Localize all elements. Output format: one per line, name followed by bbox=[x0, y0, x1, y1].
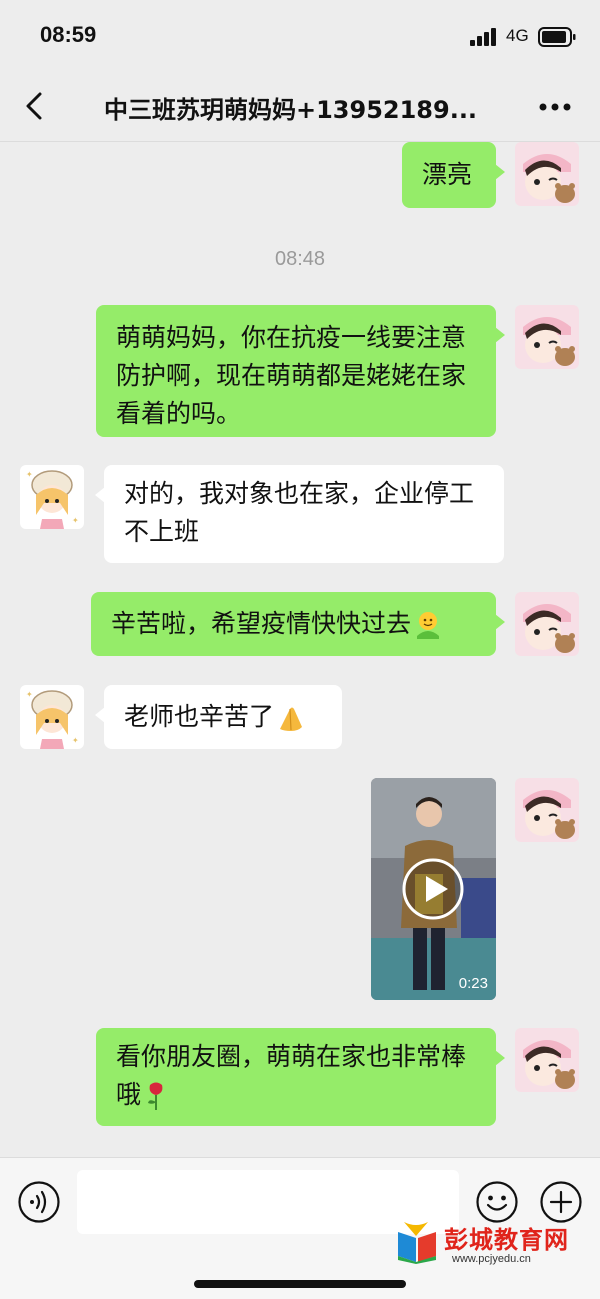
my-message-bubble[interactable]: 漂亮 bbox=[402, 142, 505, 208]
signal-icon bbox=[470, 28, 496, 46]
svg-text:✦: ✦ bbox=[26, 690, 33, 699]
chat-timestamp: 08:48 bbox=[274, 248, 326, 270]
contact-message-bubble[interactable]: 对的，我对象也在家，企业停工不上班 bbox=[95, 465, 504, 563]
my-message-bubble[interactable]: 看你朋友圈，萌萌在家也非常棒哦 bbox=[96, 1028, 505, 1126]
my-avatar[interactable] bbox=[515, 142, 579, 206]
message-text: 辛苦啦，希望疫情快快过去 bbox=[111, 609, 412, 638]
voice-input-icon[interactable] bbox=[17, 1180, 61, 1224]
watermark-url: www.pcjyedu.cn bbox=[452, 1253, 531, 1265]
video-duration: 0:23 bbox=[458, 975, 488, 992]
watermark-title: 彭城教育网 bbox=[444, 1226, 569, 1254]
chat-title: 中三班苏玥萌妈妈+13952189... bbox=[104, 96, 478, 124]
contact-message-bubble[interactable]: 老师也辛苦了 bbox=[95, 685, 342, 749]
my-avatar[interactable] bbox=[515, 1028, 579, 1092]
hug-icon bbox=[417, 612, 440, 639]
svg-text:✦: ✦ bbox=[72, 516, 79, 525]
status-bar: 08:59 4G bbox=[0, 0, 600, 72]
more-options-icon[interactable] bbox=[538, 102, 572, 112]
my-avatar[interactable] bbox=[515, 778, 579, 842]
battery-icon bbox=[538, 27, 576, 47]
message-text: 对的，我对象也在家，企业停工不上班 bbox=[124, 479, 475, 546]
my-message-bubble[interactable]: 辛苦啦，希望疫情快快过去 bbox=[91, 592, 505, 656]
my-avatar[interactable] bbox=[515, 592, 579, 656]
svg-text:✦: ✦ bbox=[72, 736, 79, 745]
network-type: 4G bbox=[506, 26, 529, 45]
clap-hands-icon bbox=[280, 707, 303, 731]
book-logo-icon bbox=[398, 1222, 436, 1264]
chat-header: 中三班苏玥萌妈妈+13952189... bbox=[0, 72, 600, 142]
my-avatar[interactable] bbox=[515, 305, 579, 369]
video-message[interactable]: 0:23 bbox=[371, 778, 496, 1000]
contact-avatar[interactable]: ✦ ✦ bbox=[20, 465, 84, 529]
home-indicator bbox=[194, 1280, 406, 1288]
message-text: 漂亮 bbox=[422, 160, 473, 189]
message-text: 老师也辛苦了 bbox=[124, 702, 275, 731]
my-message-bubble[interactable]: 萌萌妈妈，你在抗疫一线要注意防护啊，现在萌萌都是姥姥在家看着的吗。 bbox=[96, 305, 505, 437]
contact-avatar[interactable]: ✦ ✦ bbox=[20, 685, 84, 749]
svg-text:✦: ✦ bbox=[26, 470, 33, 479]
play-icon[interactable] bbox=[401, 857, 465, 921]
message-text: 萌萌妈妈，你在抗疫一线要注意防护啊，现在萌萌都是姥姥在家看着的吗。 bbox=[116, 323, 467, 428]
status-time: 08:59 bbox=[40, 22, 97, 47]
rose-icon bbox=[148, 1082, 163, 1110]
watermark: 彭城教育网 www.pcjyedu.cn bbox=[394, 1218, 594, 1268]
back-arrow-icon[interactable] bbox=[22, 90, 48, 122]
